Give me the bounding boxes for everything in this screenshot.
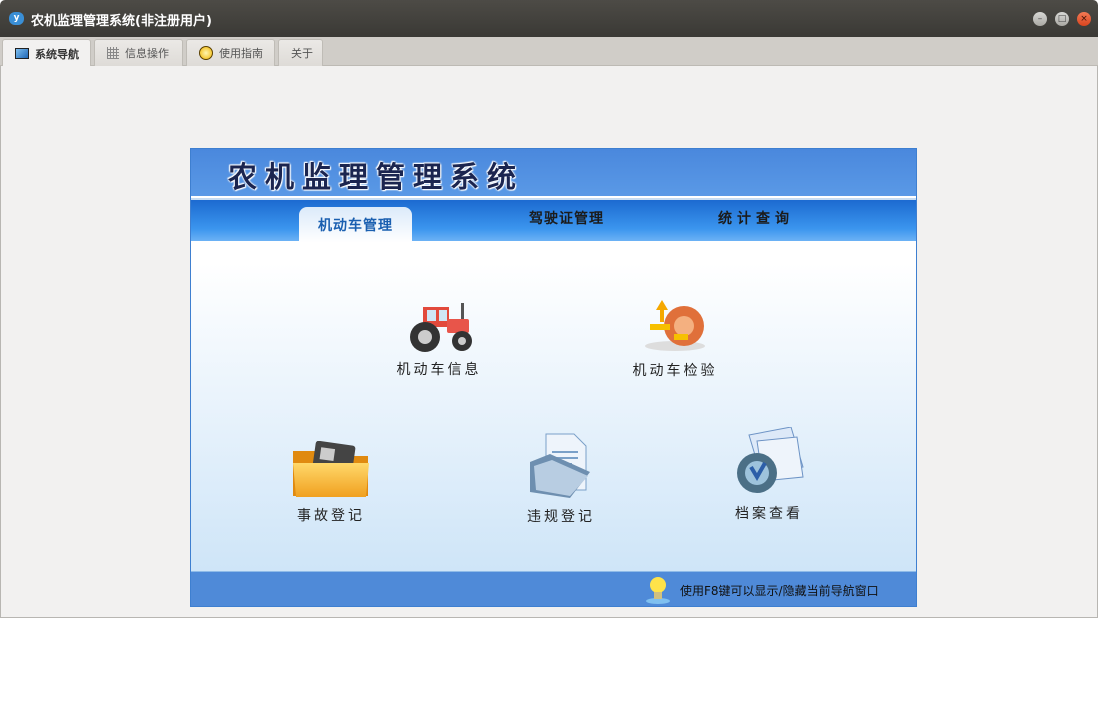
nav-tab-statistics[interactable]: 统计查询 bbox=[718, 208, 794, 228]
lightbulb-icon bbox=[646, 577, 670, 604]
nav-tab-vehicle[interactable]: 机动车管理 bbox=[299, 207, 412, 243]
tab-about[interactable]: 关于 bbox=[278, 39, 323, 66]
item-label: 机动车信息 bbox=[396, 362, 482, 378]
item-violation-register[interactable]: 违规登记 bbox=[521, 432, 601, 526]
panel-nav: 机动车管理 驾驶证管理 统计查询 bbox=[191, 198, 916, 243]
item-archive-view[interactable]: 档案查看 bbox=[729, 427, 809, 523]
minimize-button[interactable]: – bbox=[1033, 12, 1047, 26]
item-vehicle-info[interactable]: 机动车信息 bbox=[391, 299, 487, 379]
item-label: 档案查看 bbox=[735, 506, 803, 522]
window-title: 农机监理管理系统(非注册用户) bbox=[31, 14, 212, 29]
item-vehicle-inspection[interactable]: 机动车检验 bbox=[627, 294, 723, 380]
item-label: 机动车检验 bbox=[632, 363, 718, 379]
archive-gear-icon bbox=[737, 427, 804, 493]
nav-tab-license[interactable]: 驾驶证管理 bbox=[529, 208, 604, 228]
document-folder-icon bbox=[530, 433, 590, 498]
item-label: 违规登记 bbox=[527, 509, 595, 525]
title-bar: y 农机监理管理系统(非注册用户) – □ × bbox=[0, 0, 1098, 37]
navigation-panel: 农机监理管理系统 机动车管理 驾驶证管理 统计查询 机动车信息 机动车检验 事故… bbox=[190, 148, 917, 607]
panel-footer: 使用F8键可以显示/隐藏当前导航窗口 bbox=[191, 571, 916, 606]
tab-guide[interactable]: 使用指南 bbox=[186, 39, 275, 66]
inspection-icon bbox=[645, 300, 705, 351]
close-button[interactable]: × bbox=[1077, 12, 1091, 26]
panel-header: 农机监理管理系统 bbox=[191, 149, 916, 196]
app-logo-icon: y bbox=[9, 12, 24, 25]
tractor-icon bbox=[410, 303, 472, 352]
monitor-icon bbox=[15, 48, 29, 59]
tab-bar: 系统导航 信息操作 使用指南 关于 bbox=[0, 37, 1098, 67]
tab-label: 使用指南 bbox=[219, 47, 263, 60]
folder-icon bbox=[293, 441, 369, 497]
item-accident-register[interactable]: 事故登记 bbox=[289, 441, 373, 525]
panel-title: 农机监理管理系统 bbox=[228, 160, 525, 194]
help-icon bbox=[199, 46, 213, 60]
footer-tip: 使用F8键可以显示/隐藏当前导航窗口 bbox=[680, 584, 879, 598]
tab-label: 关于 bbox=[291, 47, 313, 60]
maximize-button[interactable]: □ bbox=[1055, 12, 1069, 26]
tab-label: 系统导航 bbox=[35, 47, 79, 61]
tab-system-nav[interactable]: 系统导航 bbox=[2, 39, 91, 67]
tab-info-ops[interactable]: 信息操作 bbox=[94, 39, 183, 66]
grid-icon bbox=[107, 47, 119, 59]
tab-label: 信息操作 bbox=[125, 47, 169, 60]
item-label: 事故登记 bbox=[297, 508, 365, 524]
